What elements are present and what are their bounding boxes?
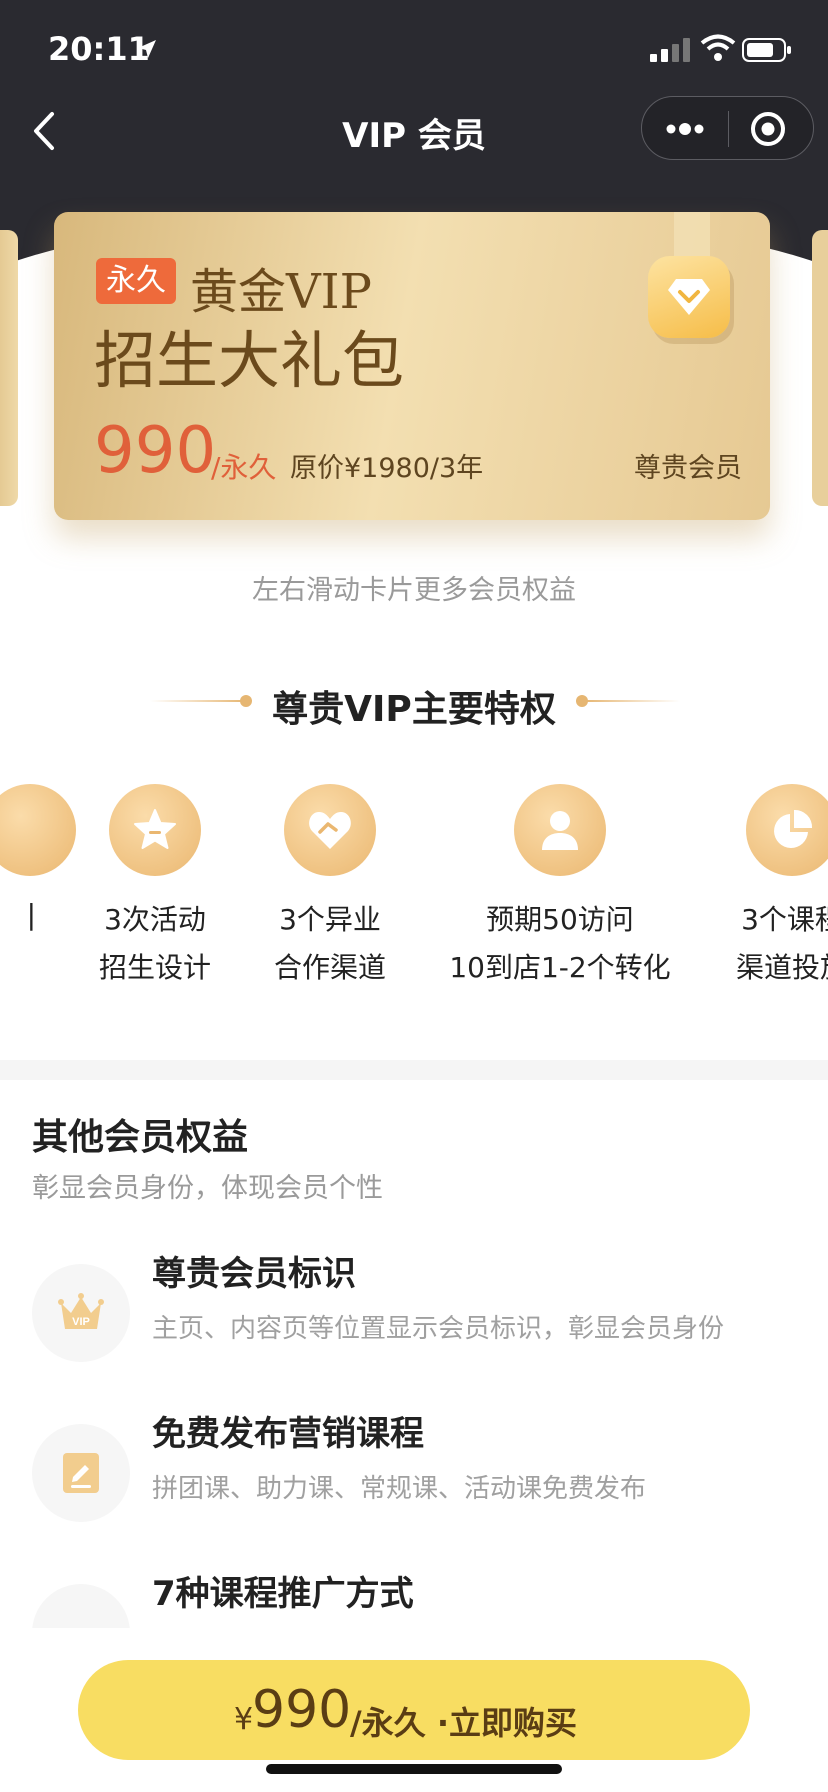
- capsule-divider: [728, 111, 729, 147]
- wifi-icon: [700, 34, 736, 61]
- buy-label: /永久 ·立即购买: [350, 1704, 577, 1742]
- buy-currency: ¥: [234, 1702, 254, 1737]
- card-price-period: /永久: [211, 451, 277, 484]
- home-indicator: [266, 1764, 562, 1774]
- privileges-scroll-strip[interactable]: | 3次活动 招生设计 3个异业 合作渠道 预期50访问 10到店1-2个转化 …: [0, 780, 828, 1000]
- buy-now-button[interactable]: ¥ 990 /永久 ·立即购买: [78, 1660, 750, 1760]
- privilege-line1: 预期50访问: [486, 903, 634, 936]
- privilege-line2: 10到店1-2个转化: [449, 951, 671, 984]
- card-title-line2: 招生大礼包: [94, 324, 405, 397]
- privilege-line2: 合作渠道: [273, 951, 386, 984]
- benefit-item[interactable]: 免费发布营销课程 拼团课、助力课、常规课、活动课免费发布: [0, 1406, 828, 1546]
- privilege-line1: 3个课程: [741, 903, 828, 936]
- navigation-bar: VIP 会员: [0, 96, 828, 166]
- next-card-peek[interactable]: [812, 230, 828, 506]
- card-original-price: 原价¥1980/3年: [290, 453, 484, 484]
- swipe-hint: 左右滑动卡片更多会员权益: [252, 575, 576, 606]
- star-icon: [134, 809, 176, 849]
- handshake-heart-icon: [309, 812, 351, 849]
- privilege-line2: 渠道投放: [735, 951, 828, 984]
- benefit-title: 尊贵会员标识: [152, 1254, 356, 1294]
- privilege-icon-wrap: [514, 784, 606, 876]
- privilege-line1: 3个异业: [279, 903, 381, 936]
- forever-badge: 永久: [96, 258, 176, 304]
- more-options-icon[interactable]: [654, 109, 716, 149]
- close-target-icon[interactable]: [742, 109, 804, 149]
- location-arrow-icon: [138, 40, 156, 58]
- battery-icon: [742, 38, 791, 62]
- privilege-icon-wrap: [746, 784, 828, 876]
- diamond-icon: [648, 256, 730, 338]
- privileges-heading: 尊贵VIP主要特权: [0, 676, 828, 730]
- pie-chart-icon: [774, 809, 813, 848]
- benefit-title: 免费发布营销课程: [152, 1414, 424, 1454]
- heading-decor-right: [584, 700, 680, 702]
- benefit-icon-wrap: VIP: [32, 1264, 130, 1362]
- privilege-icon-wrap: [109, 784, 201, 876]
- privileges-title: 尊贵VIP主要特权: [272, 689, 556, 730]
- status-bar: 20:11: [0, 0, 828, 96]
- benefit-title: 7种课程推广方式: [152, 1574, 414, 1614]
- benefit-item[interactable]: VIP 尊贵会员标识 主页、内容页等位置显示会员标识，彰显会员身份: [0, 1246, 828, 1386]
- mini-program-capsule: [641, 96, 814, 160]
- svg-text:VIP: VIP: [72, 1316, 90, 1328]
- cellular-signal-icon: [650, 38, 690, 62]
- vip-crown-icon: VIP: [58, 1293, 104, 1329]
- privilege-icon-wrap: [284, 784, 376, 876]
- benefit-description: 拼团课、助力课、常规课、活动课免费发布: [152, 1474, 647, 1504]
- card-price: 990: [94, 414, 217, 488]
- section-separator: [0, 1060, 828, 1080]
- privilege-icon-partial: [0, 784, 76, 876]
- other-benefits-subtitle: 彰显会员身份，体现会员个性: [32, 1173, 383, 1204]
- benefit-icon-wrap: [32, 1424, 130, 1522]
- person-icon: [542, 811, 578, 850]
- buy-price: 990: [252, 1680, 352, 1740]
- other-benefits-title: 其他会员权益: [32, 1117, 249, 1158]
- benefit-description: 主页、内容页等位置显示会员标识，彰显会员身份: [152, 1314, 725, 1344]
- edit-note-icon: [63, 1453, 99, 1493]
- status-time: 20:11: [48, 30, 150, 68]
- vip-package-card[interactable]: 永久 黄金VIP 招生大礼包 990 /永久 原价¥1980/3年 尊贵会员: [54, 212, 770, 520]
- previous-card-peek[interactable]: [0, 230, 18, 506]
- card-rank-label: 尊贵会员: [634, 453, 742, 484]
